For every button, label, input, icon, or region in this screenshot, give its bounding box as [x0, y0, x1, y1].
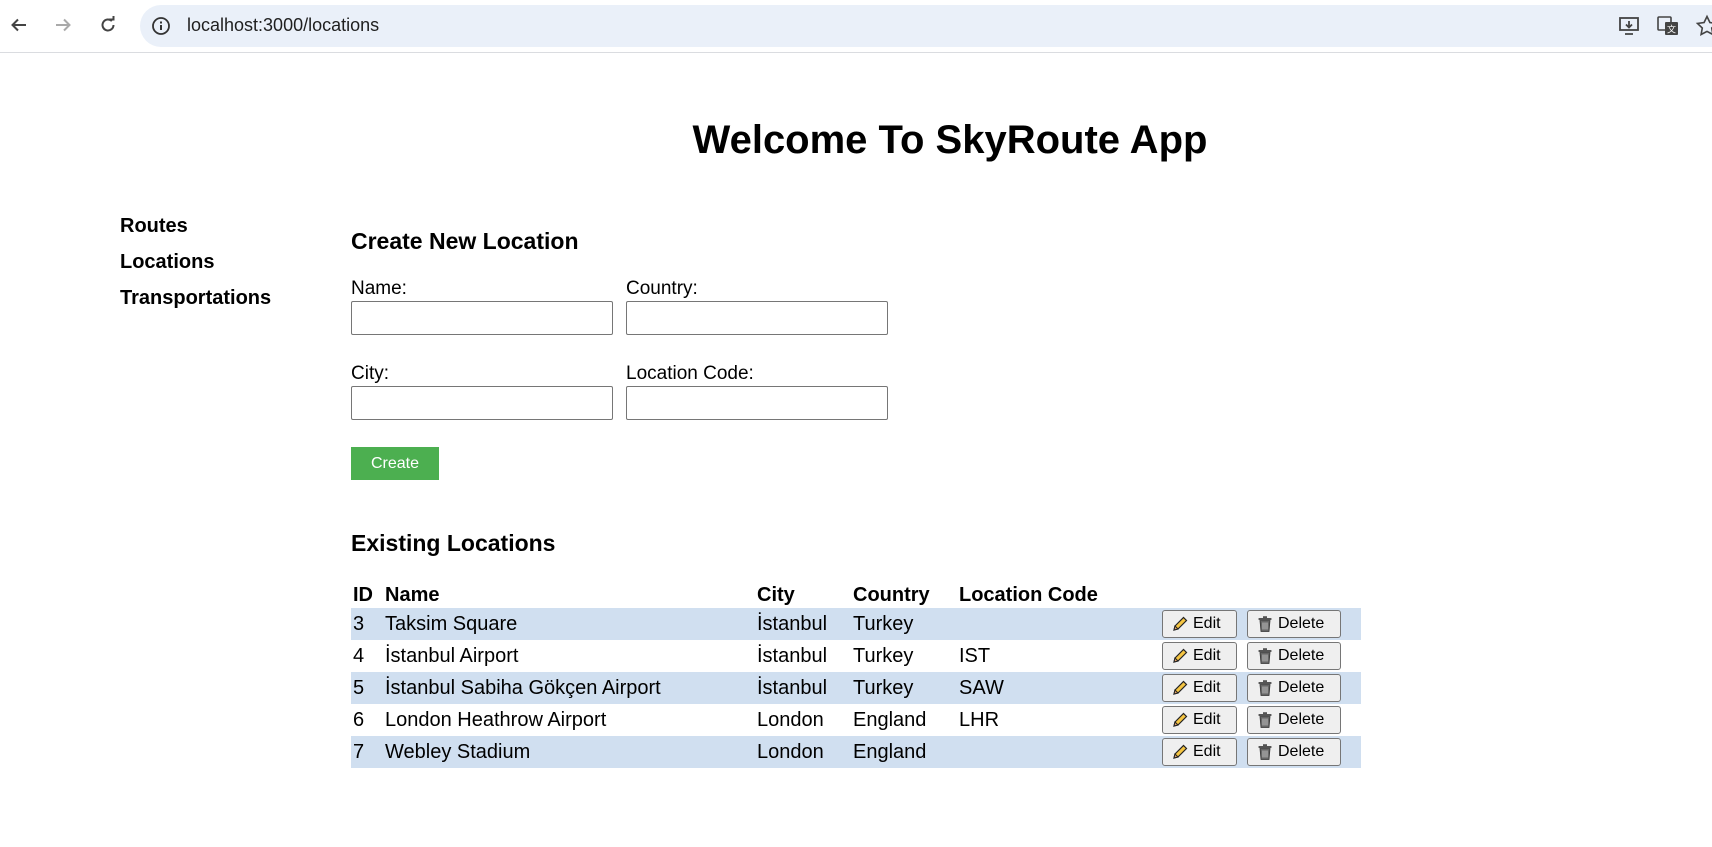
pencil-icon: [1173, 680, 1188, 695]
page-title: Welcome To SkyRoute App: [692, 118, 1208, 162]
edit-button-label: Edit: [1193, 615, 1221, 632]
install-app-icon[interactable]: [1617, 14, 1641, 38]
browser-toolbar: localhost:3000/locations 文: [0, 0, 1712, 53]
delete-button[interactable]: Delete: [1247, 674, 1341, 702]
column-header-country: Country: [853, 583, 930, 606]
trash-icon: [1258, 616, 1272, 632]
delete-button-label: Delete: [1278, 679, 1325, 696]
trash-icon: [1258, 744, 1272, 760]
cell-city: İstanbul: [757, 644, 828, 667]
country-label: Country:: [626, 278, 698, 299]
bookmark-star-icon[interactable]: [1695, 14, 1712, 38]
edit-button[interactable]: Edit: [1162, 674, 1237, 702]
trash-icon: [1258, 648, 1272, 664]
cell-location-code: LHR: [959, 708, 1000, 731]
cell-id: 6: [353, 708, 365, 731]
cell-id: 7: [351, 736, 383, 768]
cell-name: London Heathrow Airport: [385, 708, 607, 731]
table-row: 4 İstanbul Airport İstanbul Turkey IST Edit De…: [351, 640, 1361, 672]
existing-locations-heading: Existing Locations: [351, 530, 556, 556]
cell-id: 4: [353, 644, 365, 667]
cell-actions: Edit Delete: [1158, 608, 1361, 640]
pencil-icon: [1173, 616, 1188, 631]
sidebar-nav: Routes Locations Transportations: [120, 213, 271, 321]
forward-arrow-icon[interactable]: [50, 12, 76, 38]
location-code-label: Location Code:: [626, 363, 754, 384]
delete-button-label: Delete: [1278, 647, 1325, 664]
cell-actions: Edit Delete: [1158, 736, 1361, 768]
reload-icon[interactable]: [95, 12, 121, 38]
trash-icon: [1258, 680, 1272, 696]
cell-city: London: [755, 736, 851, 768]
sidebar-item-transportations[interactable]: Transportations: [120, 285, 271, 321]
city-input[interactable]: [351, 386, 613, 420]
country-input[interactable]: [626, 301, 888, 335]
pencil-icon: [1173, 712, 1188, 727]
cell-country: Turkey: [853, 644, 914, 667]
create-location-heading: Create New Location: [351, 228, 579, 254]
translate-icon[interactable]: 文: [1656, 14, 1680, 38]
pencil-icon: [1173, 648, 1188, 663]
delete-button[interactable]: Delete: [1247, 610, 1341, 638]
cell-actions: Edit Delete: [1158, 640, 1361, 672]
table-header-row: ID Name City Country Location Code: [351, 582, 1361, 608]
edit-button-label: Edit: [1193, 679, 1221, 696]
cell-city: İstanbul: [755, 608, 851, 640]
delete-button-label: Delete: [1278, 743, 1325, 760]
edit-button-label: Edit: [1193, 647, 1221, 664]
city-label: City:: [351, 363, 389, 384]
cell-location-code: [957, 608, 1158, 640]
name-input[interactable]: [351, 301, 613, 335]
cell-id: 5: [351, 672, 383, 704]
locations-table: ID Name City Country Location Code 3 Taks…: [351, 582, 1361, 768]
svg-text:文: 文: [1667, 24, 1676, 36]
cell-location-code: IST: [959, 644, 991, 667]
cell-country: England: [853, 708, 927, 731]
edit-button[interactable]: Edit: [1162, 706, 1237, 734]
cell-country: England: [851, 736, 957, 768]
column-header-name: Name: [385, 583, 440, 606]
table-row: 6 London Heathrow Airport London England LHR…: [351, 704, 1361, 736]
delete-button[interactable]: Delete: [1247, 706, 1341, 734]
sidebar-item-routes[interactable]: Routes: [120, 213, 271, 249]
location-code-input[interactable]: [626, 386, 888, 420]
cell-name: Webley Stadium: [383, 736, 755, 768]
cell-country: Turkey: [851, 672, 957, 704]
column-header-city: City: [757, 583, 795, 606]
edit-button[interactable]: Edit: [1162, 642, 1237, 670]
cell-actions: Edit Delete: [1158, 704, 1361, 736]
back-arrow-icon[interactable]: [6, 12, 32, 38]
pencil-icon: [1173, 744, 1188, 759]
cell-name: İstanbul Sabiha Gökçen Airport: [383, 672, 755, 704]
edit-button[interactable]: Edit: [1162, 738, 1237, 766]
edit-button[interactable]: Edit: [1162, 610, 1237, 638]
cell-name: İstanbul Airport: [385, 644, 519, 667]
trash-icon: [1258, 712, 1272, 728]
column-header-id: ID: [353, 583, 373, 606]
create-button[interactable]: Create: [351, 447, 439, 480]
column-header-location-code: Location Code: [959, 583, 1098, 606]
cell-actions: Edit Delete: [1158, 672, 1361, 704]
table-row: 7 Webley Stadium London England Edit Delete: [351, 736, 1361, 768]
delete-button[interactable]: Delete: [1247, 642, 1341, 670]
sidebar-item-locations[interactable]: Locations: [120, 249, 271, 285]
cell-id: 3: [351, 608, 383, 640]
edit-button-label: Edit: [1193, 711, 1221, 728]
delete-button-label: Delete: [1278, 615, 1325, 632]
url-text[interactable]: localhost:3000/locations: [187, 15, 379, 36]
delete-button[interactable]: Delete: [1247, 738, 1341, 766]
table-row: 3 Taksim Square İstanbul Turkey Edit Delete: [351, 608, 1361, 640]
delete-button-label: Delete: [1278, 711, 1325, 728]
table-row: 5 İstanbul Sabiha Gökçen Airport İstanbul T…: [351, 672, 1361, 704]
cell-city: London: [757, 708, 824, 731]
cell-country: Turkey: [851, 608, 957, 640]
cell-location-code: [957, 736, 1158, 768]
site-info-icon[interactable]: [151, 16, 171, 36]
cell-location-code: SAW: [957, 672, 1158, 704]
cell-name: Taksim Square: [383, 608, 755, 640]
name-label: Name:: [351, 278, 407, 299]
column-header-actions: [1158, 582, 1361, 608]
edit-button-label: Edit: [1193, 743, 1221, 760]
cell-city: İstanbul: [755, 672, 851, 704]
